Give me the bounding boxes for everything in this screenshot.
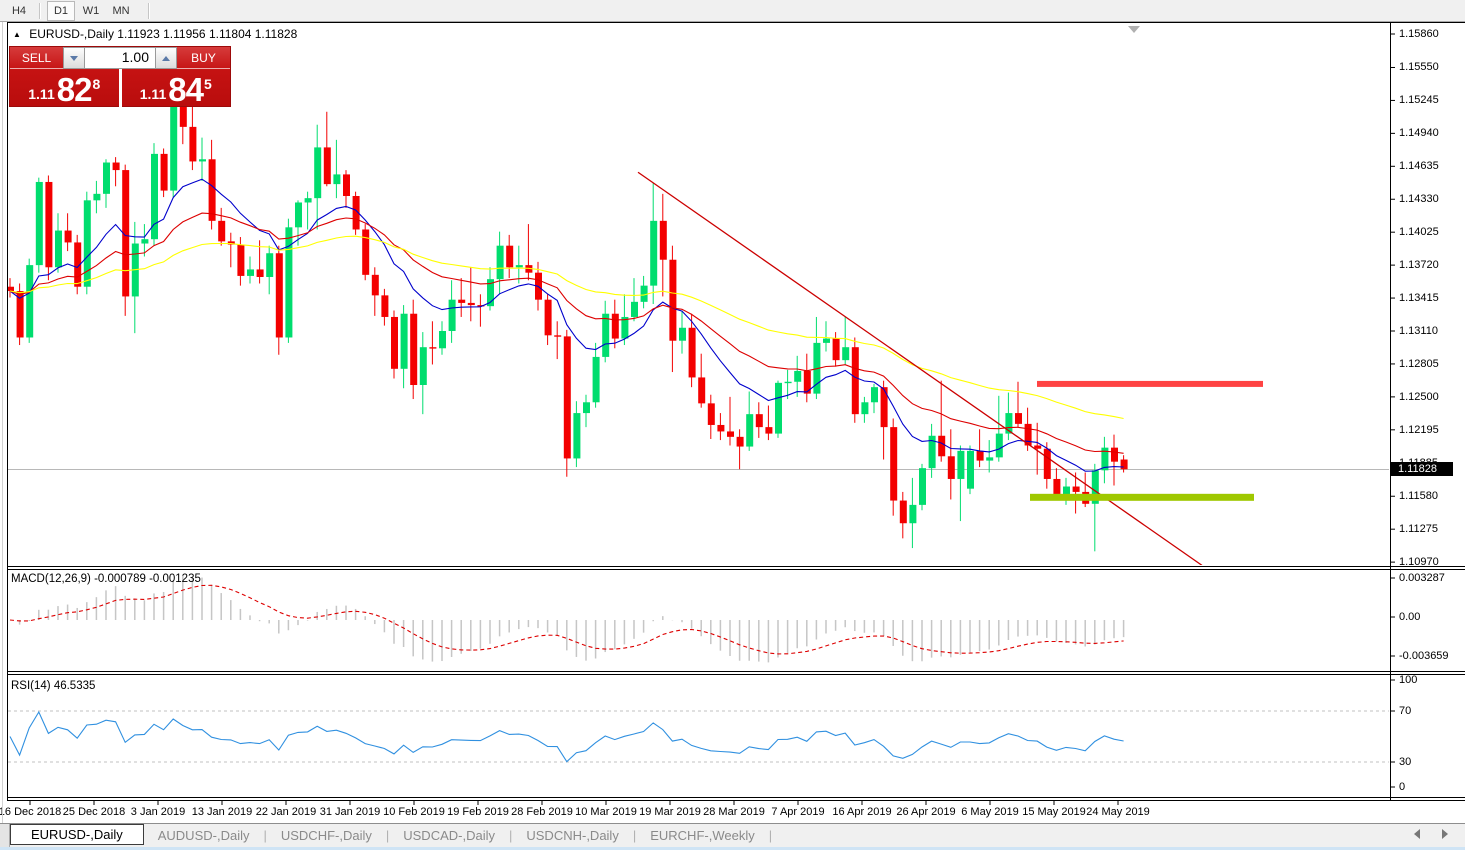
sell-price-main: 82: [56, 71, 93, 108]
chart-frame: [7, 22, 1465, 805]
arrow-down-icon: [70, 55, 78, 65]
date-axis-label: 24 May 2019: [1086, 806, 1150, 818]
macd-axis-label: -0.003659: [1399, 650, 1449, 662]
price-axis-label: 1.13110: [1399, 325, 1438, 337]
buy-price-prefix: 1.11: [139, 86, 167, 102]
rsi-line: [9, 710, 1124, 763]
chart-ohlc-values: 1.11923 1.11956 1.11804 1.11828: [117, 27, 298, 41]
sell-price-button[interactable]: 1.11 82 8: [10, 69, 119, 107]
chart-tab-usdcad[interactable]: USDCAD-,Daily: [389, 826, 509, 845]
price-axis-label: 1.14025: [1399, 226, 1439, 239]
collapse-panel-icon[interactable]: ▲: [13, 30, 21, 39]
timeframe-button-w1[interactable]: W1: [77, 1, 105, 21]
price-panel: [8, 49, 1389, 565]
date-axis-label: 22 Jan 2019: [255, 806, 317, 818]
arrow-up-icon: [162, 52, 170, 61]
price-axis-label: 1.14940: [1399, 127, 1439, 140]
chart-tab-usdcnh[interactable]: USDCNH-,Daily: [512, 826, 632, 845]
date-axis-label: 25 Dec 2018: [62, 806, 126, 818]
price-axis-label: 1.10970: [1399, 556, 1439, 569]
price-axis-label: 1.12195: [1399, 423, 1439, 436]
price-axis-label: 1.15860: [1399, 28, 1439, 40]
rsi-axis-label: 100: [1399, 674, 1418, 686]
date-axis-label: 28 Feb 2019: [511, 806, 573, 818]
volume-increase-button[interactable]: [156, 48, 176, 68]
date-axis-label: 31 Jan 2019: [319, 806, 381, 818]
price-axis-label: 1.13415: [1399, 292, 1439, 305]
rsi-axis-label: 0: [1399, 781, 1406, 793]
volume-stepper: 1.00: [63, 47, 177, 69]
chart-title-bar: ▲ EURUSD-,Daily 1.11923 1.11956 1.11804 …: [13, 27, 297, 41]
price-axis-label: 1.12805: [1399, 357, 1439, 370]
price-axis-label: 1.15245: [1399, 94, 1439, 107]
toolbar-separator: [148, 2, 150, 19]
chart-symbol-title: EURUSD-,Daily: [29, 27, 114, 41]
price-axis-label: 1.12500: [1399, 390, 1439, 403]
date-axis-label: 28 Mar 2019: [703, 806, 765, 818]
chart-tab-eurchf[interactable]: EURCHF-,Weekly: [636, 826, 769, 845]
timeframe-button-d1[interactable]: D1: [47, 0, 75, 21]
resistance-line-object[interactable]: [1037, 380, 1263, 387]
scroll-to-end-icon[interactable]: [1128, 26, 1140, 39]
timeframe-button-h4[interactable]: H4: [5, 1, 33, 21]
sell-price-prefix: 1.11: [28, 86, 55, 102]
buy-price-main: 84: [168, 71, 204, 108]
buy-price-pips: 5: [203, 76, 212, 92]
date-axis-label: 13 Jan 2019: [191, 806, 253, 818]
trading-terminal-window: H4 D1 W1 MN ▲ EURUSD-,Daily 1.11923 1.11956…: [0, 0, 1465, 850]
volume-decrease-button[interactable]: [64, 48, 84, 68]
rsi-axis-label: 30: [1399, 756, 1412, 768]
rsi-axis-label: 70: [1399, 705, 1412, 717]
date-axis-label: 19 Feb 2019: [447, 806, 509, 818]
volume-input[interactable]: 1.00: [84, 48, 156, 68]
rsi-panel: [8, 710, 1389, 763]
timeframe-button-mn[interactable]: MN: [107, 1, 135, 21]
date-axis-label: 15 May 2019: [1022, 806, 1086, 818]
price-axis-label: 1.11580: [1399, 490, 1438, 503]
tab-scroll-buttons: [1409, 829, 1453, 839]
tab-bar-edge: [0, 823, 10, 848]
macd-axis-label: 0.003287: [1399, 572, 1445, 584]
current-price-tag: 1.11828: [1391, 462, 1453, 476]
chart-tab-usdchf[interactable]: USDCHF-,Daily: [267, 826, 386, 845]
price-axis-label: 1.13720: [1399, 259, 1439, 272]
buy-button[interactable]: BUY: [177, 47, 230, 69]
buy-price-button[interactable]: 1.11 84 5: [122, 69, 231, 107]
sell-button[interactable]: SELL: [10, 47, 63, 69]
date-axis-label: 6 May 2019: [961, 806, 1019, 818]
macd-panel: [9, 576, 1125, 663]
chart-canvas[interactable]: [0, 0, 1465, 850]
price-axis-label: 1.11275: [1399, 523, 1438, 536]
date-axis-label: 10 Feb 2019: [383, 806, 445, 818]
date-axis-label: 26 Apr 2019: [896, 806, 956, 818]
price-axis-label: 1.15550: [1399, 61, 1439, 74]
price-axis-label: 1.14635: [1399, 160, 1439, 173]
scroll-right-icon[interactable]: [1442, 829, 1453, 839]
chart-tab-eurusd[interactable]: EURUSD-,Daily: [10, 824, 144, 845]
support-line-object[interactable]: [1030, 493, 1254, 501]
date-axis-label: 10 Mar 2019: [575, 806, 637, 818]
sell-price-pips: 8: [92, 76, 101, 92]
toolbar-separator: [39, 2, 41, 19]
macd-axis-label: 0.00: [1399, 611, 1421, 623]
macd-indicator-label: MACD(12,26,9) -0.000789 -0.001235: [11, 573, 201, 585]
date-axis-label: 3 Jan 2019: [130, 806, 186, 818]
price-axis-label: 1.14330: [1399, 193, 1439, 206]
one-click-trade-panel: SELL 1.00 BUY 1.11 82 8 1.11 84 5: [9, 46, 231, 107]
chart-tab-audusd[interactable]: AUDUSD-,Daily: [144, 826, 264, 845]
date-axis-label: 16 Apr 2019: [832, 806, 892, 818]
rsi-indicator-label: RSI(14) 46.5335: [11, 680, 96, 692]
date-axis-label: 16 Dec 2018: [0, 806, 62, 818]
scroll-left-icon[interactable]: [1409, 829, 1420, 839]
date-axis-label: 19 Mar 2019: [639, 806, 701, 818]
trendline-object[interactable]: [637, 171, 1203, 565]
chart-tabs-bar: EURUSD-,Daily AUDUSD-,Daily | USDCHF-,Daily…: [0, 823, 1465, 848]
date-axis-label: 7 Apr 2019: [771, 806, 825, 818]
window-edge: [2, 22, 3, 848]
timeframe-toolbar: H4 D1 W1 MN: [0, 0, 1465, 22]
tab-separator: |: [768, 828, 773, 843]
